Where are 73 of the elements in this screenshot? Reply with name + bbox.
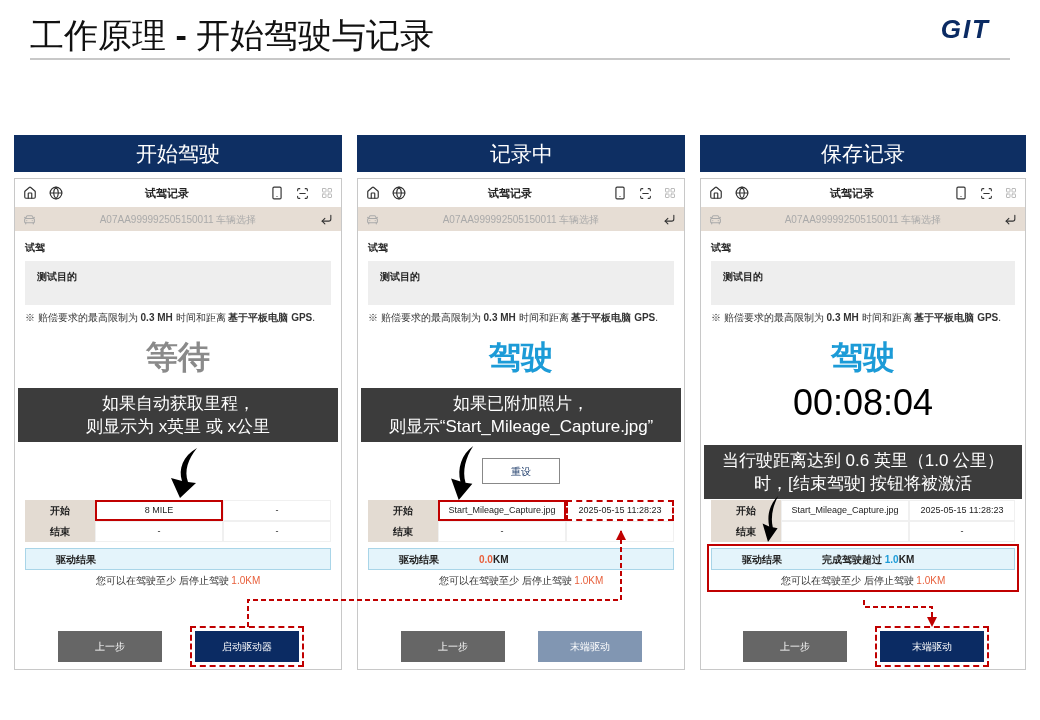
panel-heading: 开始驾驶: [14, 135, 342, 172]
section-title: 试驾: [25, 241, 46, 255]
table-cell: -: [438, 521, 566, 542]
table-cell: -: [223, 521, 331, 542]
purpose-field[interactable]: 测试目的: [25, 261, 331, 305]
status-text: 驾驶: [489, 338, 553, 376]
back-button[interactable]: 上一步: [742, 631, 847, 662]
row-label: 结束: [25, 521, 95, 542]
reset-button[interactable]: 重设: [482, 458, 560, 484]
globe-icon[interactable]: [735, 186, 749, 200]
caption: 当行驶距离达到 0.6 英里（1.0 公里） 时，[结束驾驶] 按钮将被激活: [704, 445, 1022, 499]
purpose-field[interactable]: 测试目的: [711, 261, 1015, 305]
row-label: 开始: [368, 500, 438, 521]
globe-icon[interactable]: [49, 186, 63, 200]
table-cell: 2025-05-15 11:28:23: [566, 500, 674, 521]
panel-heading: 记录中: [357, 135, 685, 172]
car-icon: [23, 212, 36, 226]
caption: 如果自动获取里程， 则显示为 x英里 或 x公里: [18, 388, 338, 442]
back-button[interactable]: 上一步: [400, 631, 505, 662]
return-icon[interactable]: [320, 212, 333, 226]
panel-heading: 保存记录: [700, 135, 1026, 172]
home-icon[interactable]: [23, 186, 37, 200]
section-title: 试驾: [368, 241, 389, 255]
globe-icon[interactable]: [392, 186, 406, 200]
table-cell: 2025-05-15 11:28:23: [909, 500, 1015, 521]
hint-text: 您可以在驾驶至少 后停止驾驶 1.0KM: [94, 574, 262, 588]
return-icon[interactable]: [1004, 212, 1017, 226]
screen-title: 试驾记录: [143, 185, 190, 201]
table-cell: -: [223, 500, 331, 521]
home-icon[interactable]: [366, 186, 380, 200]
hint-text: 您可以在驾驶至少 后停止驾驶 1.0KM: [437, 574, 605, 588]
next-button[interactable]: 启动驱动器: [194, 631, 299, 662]
back-button[interactable]: 上一步: [57, 631, 162, 662]
row-label: 结束: [711, 521, 781, 542]
hint-text: 您可以在驾驶至少 后停止驾驶 1.0KM: [779, 574, 947, 588]
phone-icon[interactable]: [270, 186, 284, 200]
result-label: 驱动结果: [741, 552, 783, 567]
scan-icon[interactable]: [980, 186, 993, 200]
table-cell: -: [909, 521, 1015, 542]
timer-text: 00:08:04: [792, 384, 934, 422]
result-label: 驱动结果: [398, 552, 440, 567]
car-icon: [366, 212, 379, 226]
slide-title: 工作原理 - 开始驾驶与记录: [30, 15, 435, 55]
row-label: 开始: [25, 500, 95, 521]
result-label: 驱动结果: [55, 552, 97, 567]
next-button[interactable]: 末端驱动: [537, 631, 642, 662]
note-text: ※ 赔偿要求的最高限制为 0.3 MH 时间和距离 基于平板电脑 GPS.: [25, 311, 317, 324]
screen-title: 试驾记录: [828, 185, 875, 201]
table-cell: -: [95, 521, 223, 542]
note-text: ※ 赔偿要求的最高限制为 0.3 MH 时间和距离 基于平板电脑 GPS.: [368, 311, 660, 324]
caption: 如果已附加照片， 则显示“Start_Mileage_Capture.jpg”: [361, 388, 681, 442]
return-icon[interactable]: [663, 212, 676, 226]
scan-icon[interactable]: [639, 186, 652, 200]
screen-title: 试驾记录: [486, 185, 533, 201]
logo: GIT: [940, 15, 990, 43]
note-text: ※ 赔偿要求的最高限制为 0.3 MH 时间和距离 基于平板电脑 GPS.: [711, 311, 1003, 324]
result-value: 0.0KM: [478, 552, 510, 567]
phone-icon[interactable]: [613, 186, 627, 200]
purpose-field[interactable]: 测试目的: [368, 261, 674, 305]
status-text: 等待: [146, 338, 210, 376]
row-label: 开始: [711, 500, 781, 521]
car-icon: [709, 212, 722, 226]
row-label: 结束: [368, 521, 438, 542]
next-button[interactable]: 末端驱动: [879, 631, 984, 662]
scan-icon[interactable]: [296, 186, 309, 200]
table-cell: 8 MILE: [95, 500, 223, 521]
section-title: 试驾: [711, 241, 732, 255]
home-icon[interactable]: [709, 186, 723, 200]
table-cell: Start_Mileage_Capture.jpg: [781, 500, 909, 521]
status-text: 驾驶: [831, 338, 895, 376]
table-cell: Start_Mileage_Capture.jpg: [438, 500, 566, 521]
phone-icon[interactable]: [954, 186, 968, 200]
result-value: 完成驾驶超过 1.0KM: [821, 552, 916, 567]
